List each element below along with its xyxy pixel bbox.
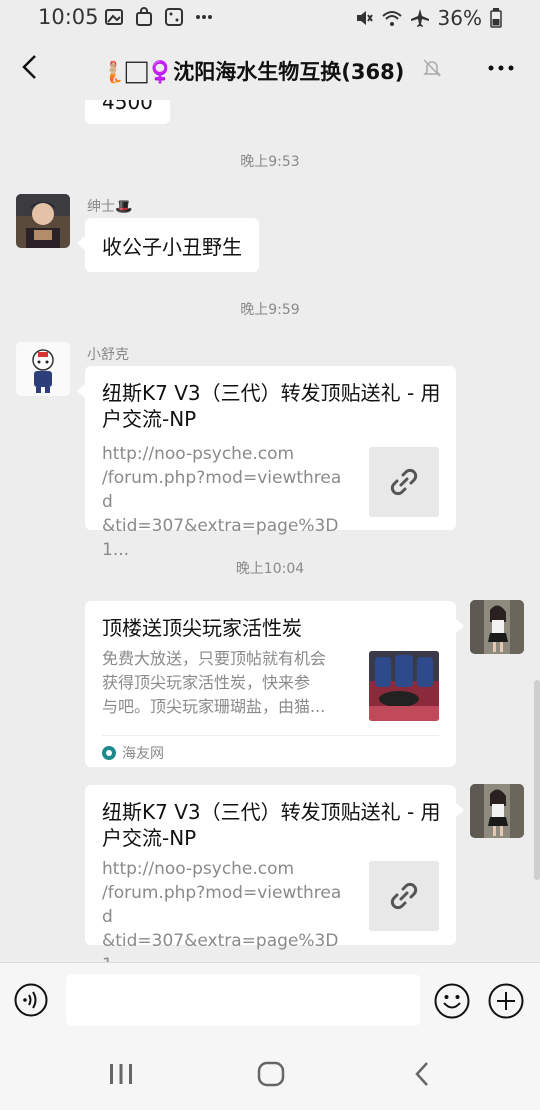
message-bubble[interactable]: 收公子小丑野生 [77, 218, 259, 272]
input-bar [0, 962, 540, 1037]
voice-input-icon[interactable] [14, 983, 48, 1017]
sender-name: 小舒克 [87, 347, 129, 363]
timestamp: 晚上9:53 [240, 154, 300, 170]
dice-icon [165, 8, 183, 26]
chat-title: 🧜🏼🏻♀️沈阳海水生物互换(368) [100, 60, 405, 84]
article-description: 免费大放送，只要顶帖就有机会 获得顶尖玩家活性炭，快来参 与吧。顶尖玩家珊瑚盐，… [102, 647, 352, 719]
source-logo-icon [102, 746, 116, 760]
message-list[interactable]: 4500 晚上9:53 绅士🎩 收公子小丑野生 晚上9:59 小舒克 纽斯K7 … [0, 100, 540, 962]
shopping-bag-icon [136, 7, 152, 26]
url-line: http://noo-psyche.com [102, 444, 295, 464]
url-line: /forum.php?mod=viewthread [102, 468, 342, 512]
timestamp: 晚上10:04 [235, 561, 305, 577]
timestamp: 晚上9:59 [240, 302, 300, 318]
home-icon[interactable] [256, 1060, 286, 1088]
desc-line: 与吧。顶尖玩家珊瑚盐，由猫... [102, 697, 326, 716]
mute-icon [356, 11, 373, 25]
link-thumbnail [369, 861, 439, 931]
url-line: http://noo-psyche.com [102, 859, 295, 879]
sender-name: 绅士🎩 [87, 199, 133, 215]
more-dots-icon [196, 15, 212, 19]
emoji-icon[interactable] [434, 983, 470, 1019]
card-divider [102, 735, 439, 736]
avatar[interactable] [16, 342, 70, 396]
scrollbar[interactable] [534, 680, 540, 880]
source-name: 海友网 [122, 746, 164, 762]
message-text: 4500 [102, 100, 153, 114]
add-attachment-icon[interactable] [488, 983, 524, 1019]
system-back-icon[interactable] [410, 1060, 436, 1088]
muted-bell-icon [423, 59, 441, 77]
url-line: /forum.php?mod=viewthread [102, 883, 342, 927]
article-thumbnail [369, 651, 439, 721]
battery-percent: 36% [437, 6, 482, 30]
my-avatar[interactable] [470, 600, 524, 654]
message-bubble[interactable]: 4500 [85, 100, 170, 124]
article-source: 海友网 [102, 743, 164, 763]
desc-line: 获得顶尖玩家活性炭，快来参 [102, 673, 311, 692]
url-line: &tid=307&extra=page%3D1... [102, 516, 339, 560]
link-card[interactable]: 纽斯K7 V3（三代）转发顶贴送礼 - 用户交流-NP http://noo-p… [77, 366, 456, 560]
link-thumbnail [369, 447, 439, 517]
recent-apps-icon[interactable] [106, 1062, 136, 1086]
link-card[interactable]: 纽斯K7 V3（三代）转发顶贴送礼 - 用户交流-NP http://noo-p… [85, 785, 464, 962]
link-icon [390, 468, 418, 496]
chat-header: 🧜🏼🏻♀️沈阳海水生物互换(368) [0, 36, 540, 100]
desc-line: 免费大放送，只要顶帖就有机会 [102, 649, 327, 668]
more-options-icon[interactable] [486, 56, 516, 80]
link-card-title: 纽斯K7 V3（三代）转发顶贴送礼 - 用户交流-NP [102, 800, 441, 850]
avatar[interactable] [16, 194, 70, 248]
url-line: &tid=307&extra=page%3D1... [102, 931, 339, 962]
image-icon [105, 9, 123, 25]
my-avatar[interactable] [470, 784, 524, 838]
message-text: 收公子小丑野生 [102, 234, 242, 259]
article-card[interactable]: 顶楼送顶尖玩家活性炭 免费大放送，只要顶帖就有机会 获得顶尖玩家活性炭，快来参 … [85, 601, 464, 767]
article-title: 顶楼送顶尖玩家活性炭 [102, 616, 302, 640]
status-time: 10:05 [38, 5, 99, 29]
message-input[interactable] [66, 974, 420, 1026]
status-bar: 10:05 36% [0, 0, 540, 36]
link-icon [390, 882, 418, 910]
link-card-url: http://noo-psyche.com /forum.php?mod=vie… [102, 857, 352, 962]
airplane-icon [410, 9, 429, 27]
link-card-title: 纽斯K7 V3（三代）转发顶贴送礼 - 用户交流-NP [102, 381, 441, 431]
battery-icon [490, 8, 502, 28]
wifi-icon [381, 11, 402, 26]
link-card-url: http://noo-psyche.com /forum.php?mod=vie… [102, 442, 352, 562]
back-arrow-icon[interactable] [16, 52, 46, 82]
system-navigation-bar [0, 1036, 540, 1110]
